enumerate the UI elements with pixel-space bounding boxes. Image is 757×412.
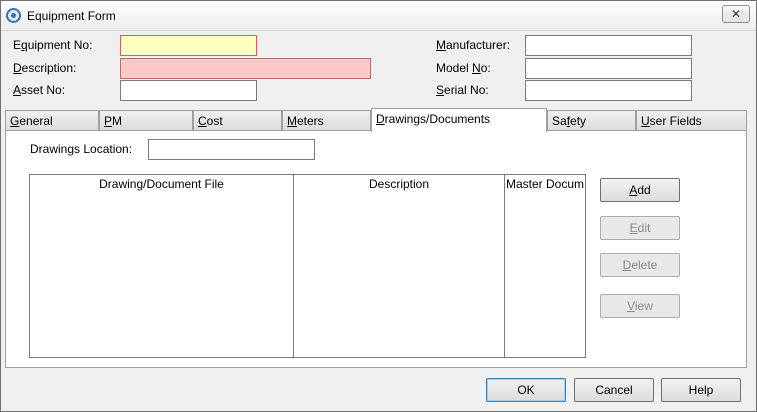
edit-button[interactable]: Edit (600, 216, 680, 240)
description-input[interactable] (120, 58, 371, 79)
title-bar: Equipment Form ✕ (1, 1, 756, 31)
drawings-location-input[interactable] (148, 139, 315, 160)
serial-no-label: Serial No: (436, 83, 489, 97)
model-no-input[interactable] (525, 58, 692, 79)
documents-table[interactable]: Drawing/Document File Description Master… (29, 174, 586, 358)
ok-button[interactable]: OK (486, 378, 566, 402)
close-icon: ✕ (730, 7, 742, 21)
column-header-file[interactable]: Drawing/Document File (30, 175, 293, 194)
manufacturer-input[interactable] (525, 35, 692, 56)
equipment-no-input[interactable] (120, 35, 257, 56)
manufacturer-label: Manufacturer: (436, 38, 511, 52)
equipment-form-window: Equipment Form ✕ Equipment No: Descripti… (0, 0, 757, 412)
column-divider[interactable] (504, 175, 505, 357)
tab-user-fields[interactable]: User Fields (636, 110, 747, 132)
cancel-button[interactable]: Cancel (574, 378, 654, 402)
close-button[interactable]: ✕ (722, 5, 750, 23)
equipment-no-label: Equipment No: (13, 38, 93, 52)
help-button[interactable]: Help (661, 378, 741, 402)
column-header-master-document[interactable]: Master Docum (505, 175, 585, 194)
column-header-description[interactable]: Description (294, 175, 504, 194)
asset-no-label: Asset No: (13, 83, 66, 97)
tab-pm[interactable]: PM (99, 110, 193, 132)
window-title: Equipment Form (27, 9, 116, 23)
view-button[interactable]: View (600, 294, 680, 318)
delete-button[interactable]: Delete (600, 253, 680, 277)
model-no-label: Model No: (436, 61, 491, 75)
asset-no-input[interactable] (120, 80, 257, 101)
tab-drawings-documents[interactable]: Drawings/Documents (371, 108, 547, 132)
tab-general[interactable]: General (5, 110, 99, 132)
tab-meters[interactable]: Meters (282, 110, 371, 132)
column-divider[interactable] (293, 175, 294, 357)
serial-no-input[interactable] (525, 80, 692, 101)
drawings-location-label: Drawings Location: (30, 142, 133, 156)
tab-safety[interactable]: Safety (547, 110, 636, 132)
description-label: Description: (13, 61, 77, 75)
tab-cost[interactable]: Cost (193, 110, 282, 132)
tab-strip: General PM Cost Meters Drawings/Document… (5, 108, 747, 132)
add-button[interactable]: Add (600, 178, 680, 202)
gear-icon (6, 8, 21, 23)
